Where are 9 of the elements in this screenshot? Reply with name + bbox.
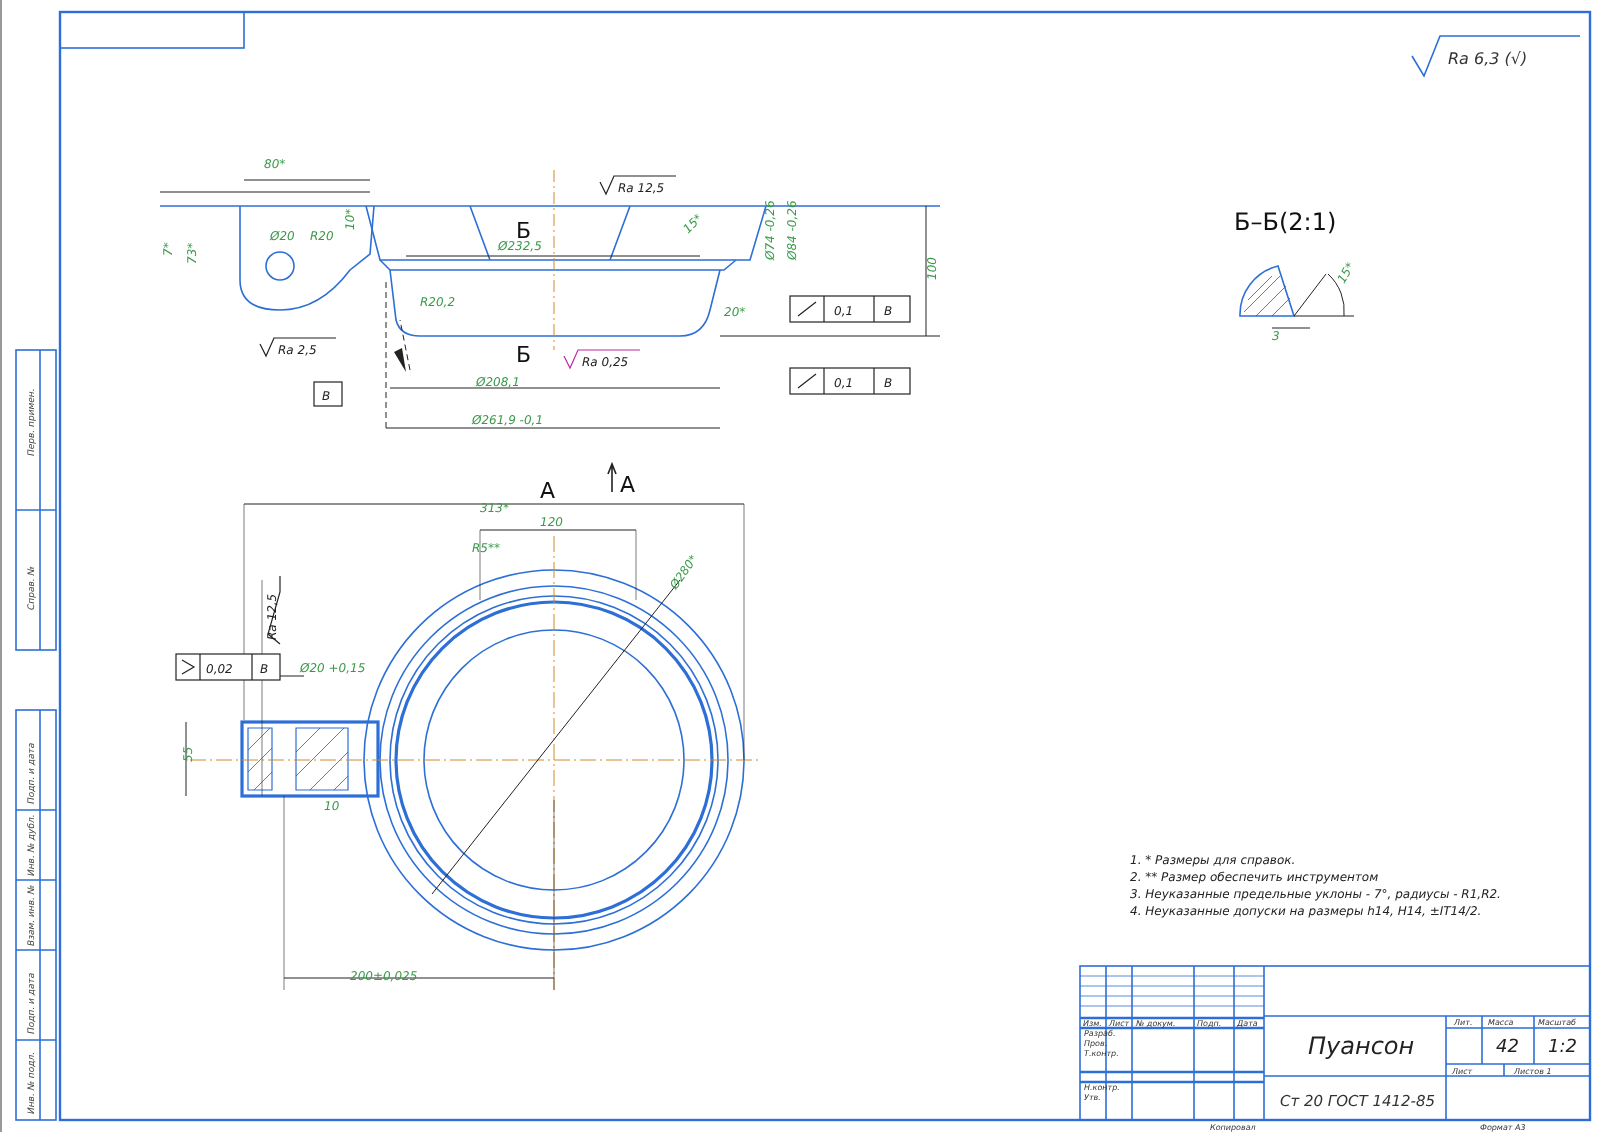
section-mark: Б [516, 218, 532, 244]
view-mark: А [620, 472, 636, 498]
part-name: Пуансон [1308, 1032, 1415, 1060]
surface-roughness-mark: Ra 6,3 (√) [1411, 35, 1581, 78]
view-mark: А [540, 478, 556, 504]
scale-value: 1:2 [1548, 1038, 1577, 1058]
section-title: Б–Б(2:1) [1234, 208, 1337, 236]
section-mark: Б [516, 342, 532, 368]
mass-value: 42 [1496, 1038, 1519, 1058]
